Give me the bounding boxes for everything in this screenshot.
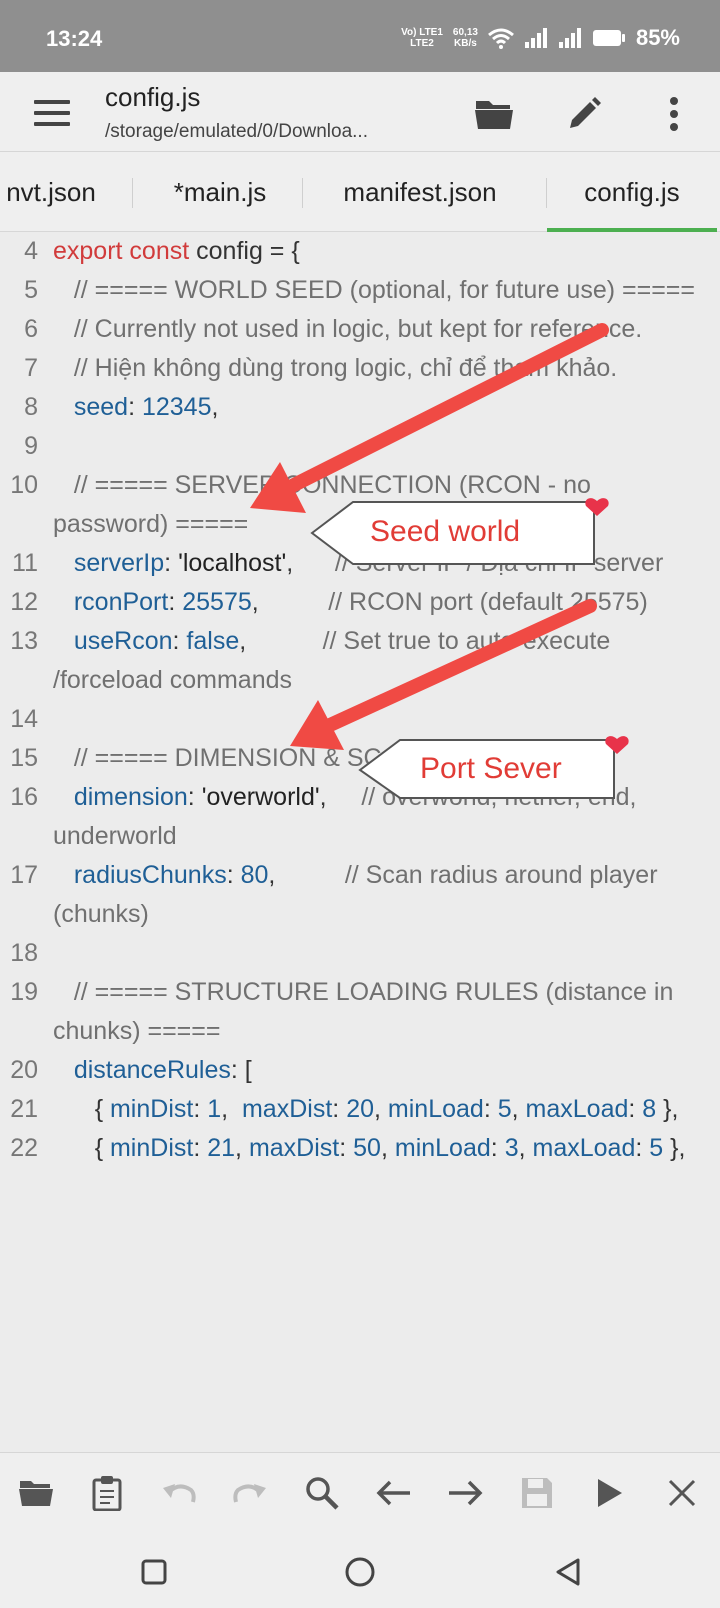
clipboard-icon[interactable]	[85, 1471, 129, 1515]
home-icon[interactable]	[338, 1550, 382, 1594]
back-icon[interactable]	[546, 1550, 590, 1594]
recents-icon[interactable]	[132, 1550, 176, 1594]
port-arrow	[290, 599, 597, 750]
seed-arrow	[250, 323, 609, 513]
folder-open-icon[interactable]	[14, 1471, 58, 1515]
seed-world-label: Seed world	[370, 515, 521, 548]
run-icon[interactable]	[587, 1471, 631, 1515]
arrow-right-icon[interactable]	[443, 1471, 487, 1515]
editor-action-bar	[0, 1452, 720, 1532]
port-sever-label: Port Sever	[420, 752, 562, 785]
save-icon[interactable]	[515, 1471, 559, 1515]
redo-icon[interactable]	[228, 1471, 272, 1515]
system-nav-bar	[0, 1532, 720, 1608]
search-icon[interactable]	[300, 1471, 344, 1515]
close-icon[interactable]	[660, 1471, 704, 1515]
undo-icon[interactable]	[157, 1471, 201, 1515]
annotation-overlay	[250, 323, 629, 799]
arrow-left-icon[interactable]	[372, 1471, 416, 1515]
